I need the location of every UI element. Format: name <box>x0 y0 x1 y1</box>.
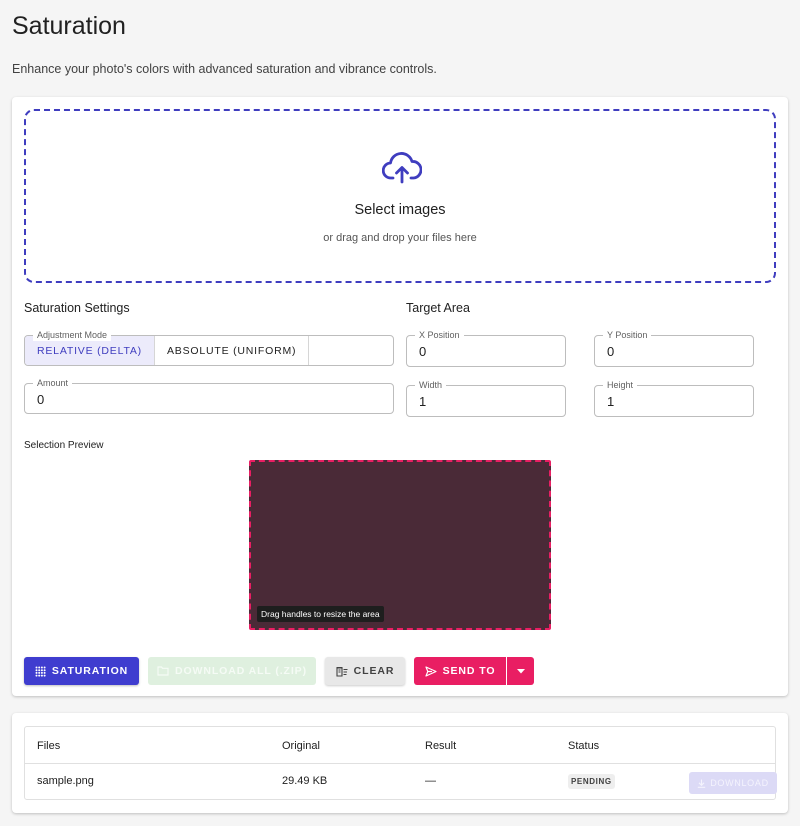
width-label: Width <box>415 379 447 391</box>
selection-preview-area[interactable]: Drag handles to resize the area <box>249 460 551 630</box>
file-name-cell: sample.png <box>37 775 94 787</box>
y-position-value: 0 <box>607 344 615 359</box>
height-value: 1 <box>607 394 615 409</box>
y-position-field[interactable]: Y Position 0 <box>594 329 754 367</box>
saturation-settings-heading: Saturation Settings <box>24 301 130 315</box>
file-result-cell: — <box>425 775 436 787</box>
clear-button[interactable]: CLEAR <box>325 657 405 685</box>
send-to-label: SEND TO <box>442 665 496 677</box>
adjustment-mode-toggle: RELATIVE (DELTA) ABSOLUTE (UNIFORM) Adju… <box>24 329 394 366</box>
files-table: Files Original Result Status sample.png … <box>24 726 777 800</box>
page: Saturation Enhance your photo's colors w… <box>0 0 800 826</box>
resize-hint-tooltip: Drag handles to resize the area <box>257 606 384 622</box>
header-files: Files <box>37 740 61 752</box>
download-icon <box>697 779 706 788</box>
send-icon <box>425 665 437 677</box>
header-result: Result <box>425 740 457 752</box>
header-status: Status <box>568 740 600 752</box>
clear-all-icon <box>336 666 348 677</box>
width-value: 1 <box>419 394 427 409</box>
file-original-size-cell: 29.49 KB <box>282 775 328 787</box>
x-position-value: 0 <box>419 344 427 359</box>
saturation-button[interactable]: SATURATION <box>24 657 139 685</box>
target-area-heading: Target Area <box>406 301 470 315</box>
send-to-dropdown-button[interactable] <box>507 657 534 685</box>
amount-label: Amount <box>33 377 73 389</box>
dropzone-title: Select images <box>354 202 446 218</box>
cloud-upload-icon <box>382 152 422 184</box>
width-field[interactable]: Width 1 <box>406 379 566 417</box>
selection-preview-label: Selection Preview <box>24 440 104 451</box>
x-position-label: X Position <box>415 329 464 341</box>
adjustment-mode-label: Adjustment Mode <box>33 329 112 341</box>
page-title: Saturation <box>12 12 126 40</box>
mode-absolute-button[interactable]: ABSOLUTE (UNIFORM) <box>154 336 310 365</box>
header-original: Original <box>282 740 320 752</box>
header-divider <box>25 763 775 764</box>
download-all-label: DOWNLOAD ALL (.ZIP) <box>174 665 307 677</box>
page-subtitle: Enhance your photo's colors with advance… <box>12 62 437 76</box>
file-download-button[interactable]: DOWNLOAD <box>689 772 777 794</box>
x-position-field[interactable]: X Position 0 <box>406 329 566 367</box>
clear-button-label: CLEAR <box>353 665 395 677</box>
dropzone-subtitle: or drag and drop your files here <box>323 232 477 244</box>
status-badge: PENDING <box>568 774 615 789</box>
dots-grid-icon <box>35 666 46 677</box>
caret-down-icon <box>516 668 525 673</box>
amount-value: 0 <box>37 392 45 407</box>
download-all-button[interactable]: DOWNLOAD ALL (.ZIP) <box>148 657 316 685</box>
amount-field[interactable]: Amount 0 <box>24 377 394 414</box>
height-label: Height <box>603 379 638 391</box>
file-download-label: DOWNLOAD <box>710 778 769 788</box>
image-dropzone[interactable]: Select images or drag and drop your file… <box>24 109 776 283</box>
saturation-button-label: SATURATION <box>51 665 129 677</box>
send-to-button[interactable]: SEND TO <box>414 657 506 685</box>
y-position-label: Y Position <box>603 329 652 341</box>
folder-zip-icon <box>157 666 169 676</box>
height-field[interactable]: Height 1 <box>594 379 754 417</box>
files-card: Files Original Result Status sample.png … <box>12 713 788 813</box>
tool-card: Select images or drag and drop your file… <box>12 97 788 696</box>
